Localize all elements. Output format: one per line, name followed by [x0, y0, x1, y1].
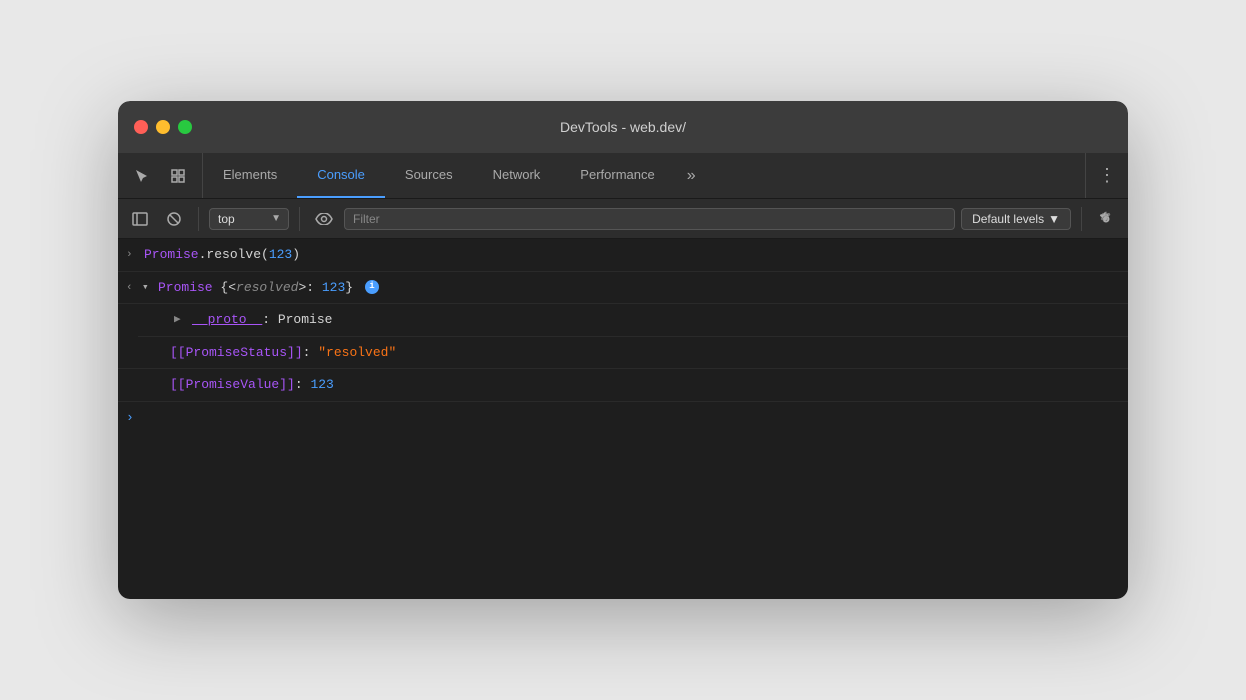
colon-2: : — [295, 377, 311, 392]
resolved-status: resolved — [236, 280, 298, 295]
proto-value: : Promise — [262, 312, 332, 327]
layers-icon-button[interactable] — [162, 160, 194, 192]
arg-123: 123 — [269, 247, 292, 262]
eye-button[interactable] — [310, 205, 338, 233]
entry-1-content: Promise.resolve(123) — [144, 245, 1120, 265]
console-toolbar: top ▼ Default levels ▼ — [118, 199, 1128, 239]
console-content: › Promise.resolve(123) ‹ ▾ Promise {<res… — [118, 239, 1128, 599]
promise-value-number: 123 — [310, 377, 333, 392]
console-entry-5: [[PromiseValue]]: 123 — [118, 369, 1128, 402]
console-entry-2: ‹ ▾ Promise {<resolved>: 123} i — [118, 272, 1128, 305]
info-icon[interactable]: i — [365, 280, 379, 294]
console-prompt: › — [126, 410, 134, 425]
entry-4-content: [[PromiseStatus]]: "resolved" — [170, 343, 1120, 363]
console-input-line: › — [118, 402, 1128, 433]
toolbar-divider-1 — [198, 207, 199, 231]
maximize-button[interactable] — [178, 120, 192, 134]
entry-2-expand-arrow[interactable]: ▾ — [142, 280, 154, 297]
close-paren: ) — [292, 247, 300, 262]
tab-console[interactable]: Console — [297, 153, 385, 198]
tab-performance[interactable]: Performance — [560, 153, 674, 198]
proto-label[interactable]: __proto__ — [192, 312, 262, 327]
console-entry-1: › Promise.resolve(123) — [118, 239, 1128, 272]
brace-resolved-close: >: — [298, 280, 321, 295]
tab-icons — [118, 153, 203, 198]
entry-2-back-arrow[interactable]: ‹ — [126, 280, 138, 297]
promise-status-value: "resolved" — [318, 345, 396, 360]
settings-button[interactable] — [1092, 205, 1120, 233]
clear-console-button[interactable] — [160, 205, 188, 233]
more-tabs-button[interactable]: » — [675, 153, 708, 198]
brace-open: {< — [220, 280, 236, 295]
promise-value-key: [[PromiseValue]] — [170, 377, 295, 392]
tab-network[interactable]: Network — [473, 153, 561, 198]
context-selector-wrapper: top ▼ — [209, 208, 289, 230]
entry-5-content: [[PromiseValue]]: 123 — [170, 375, 1120, 395]
title-bar: DevTools - web.dev/ — [118, 101, 1128, 153]
resolve-method: .resolve( — [199, 247, 269, 262]
entry-3-expand-arrow[interactable]: ▶ — [174, 312, 186, 329]
console-entry-4: [[PromiseStatus]]: "resolved" — [118, 337, 1128, 370]
log-levels-button[interactable]: Default levels ▼ — [961, 208, 1071, 230]
tab-sources[interactable]: Sources — [385, 153, 473, 198]
value-123: 123 — [322, 280, 345, 295]
console-entry-3: ▶ __proto__: Promise — [138, 304, 1128, 337]
tab-elements[interactable]: Elements — [203, 153, 297, 198]
devtools-window: DevTools - web.dev/ — [118, 101, 1128, 599]
promise-type: Promise — [158, 280, 213, 295]
entry-1-arrow[interactable]: › — [126, 247, 138, 264]
promise-status-key: [[PromiseStatus]] — [170, 345, 303, 360]
close-button[interactable] — [134, 120, 148, 134]
cursor-icon-button[interactable] — [126, 160, 158, 192]
devtools-menu-button[interactable]: ⋮ — [1085, 153, 1128, 198]
window-title: DevTools - web.dev/ — [560, 119, 686, 135]
filter-input[interactable] — [344, 208, 955, 230]
colon-1: : — [303, 345, 319, 360]
toolbar-divider-3 — [1081, 207, 1082, 231]
minimize-button[interactable] — [156, 120, 170, 134]
entry-2-content: Promise {<resolved>: 123} i — [158, 278, 1120, 298]
traffic-lights — [134, 120, 192, 134]
console-input[interactable] — [142, 410, 1120, 425]
tabs-container: Elements Console Sources Network Perform… — [203, 153, 1085, 198]
context-selector[interactable]: top — [209, 208, 289, 230]
brace-close: } — [345, 280, 353, 295]
entry-3-content: __proto__: Promise — [192, 310, 1120, 330]
tab-bar: Elements Console Sources Network Perform… — [118, 153, 1128, 199]
toolbar-divider-2 — [299, 207, 300, 231]
promise-keyword: Promise — [144, 247, 199, 262]
sidebar-toggle-button[interactable] — [126, 205, 154, 233]
